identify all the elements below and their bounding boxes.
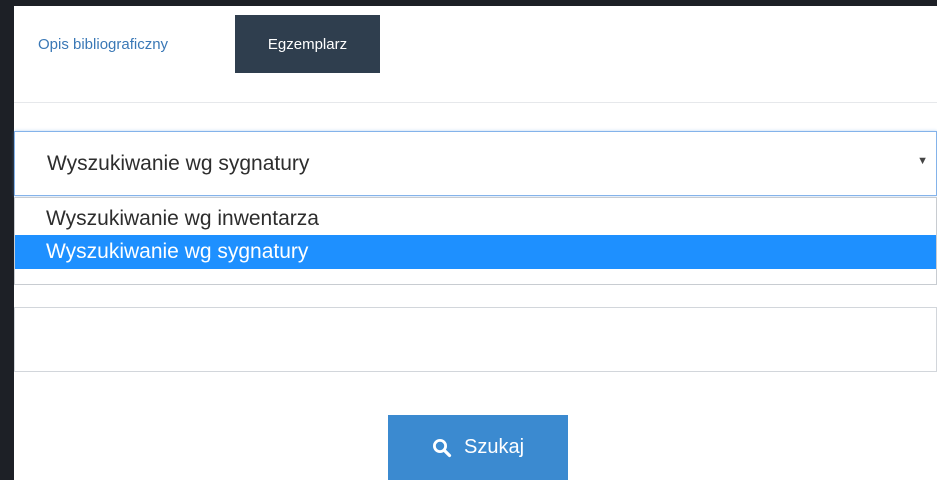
tab-copy[interactable]: Egzemplarz <box>235 15 380 73</box>
option-inventory-search[interactable]: Wyszukiwanie wg inwentarza <box>15 202 936 236</box>
search-type-selected-value: Wyszukiwanie wg sygnatury <box>47 152 310 175</box>
search-query-input[interactable] <box>14 307 937 372</box>
search-type-select[interactable]: Wyszukiwanie wg sygnatury ▼ <box>14 131 937 196</box>
search-button[interactable]: Szukaj <box>388 415 568 480</box>
tab-bar: Opis bibliograficzny Egzemplarz <box>14 6 937 103</box>
search-type-dropdown: Wyszukiwanie wg inwentarza Wyszukiwanie … <box>14 197 937 285</box>
tab-bibliographic-description[interactable]: Opis bibliograficzny <box>38 36 168 53</box>
tab-copy-label: Egzemplarz <box>267 35 348 53</box>
search-button-label: Szukaj <box>463 436 525 458</box>
option-signature-search[interactable]: Wyszukiwanie wg sygnatury <box>15 235 936 269</box>
caret-down-icon: ▼ <box>917 155 928 167</box>
search-panel: Opis bibliograficzny Egzemplarz Wyszukiw… <box>14 6 937 480</box>
search-icon <box>432 438 452 457</box>
